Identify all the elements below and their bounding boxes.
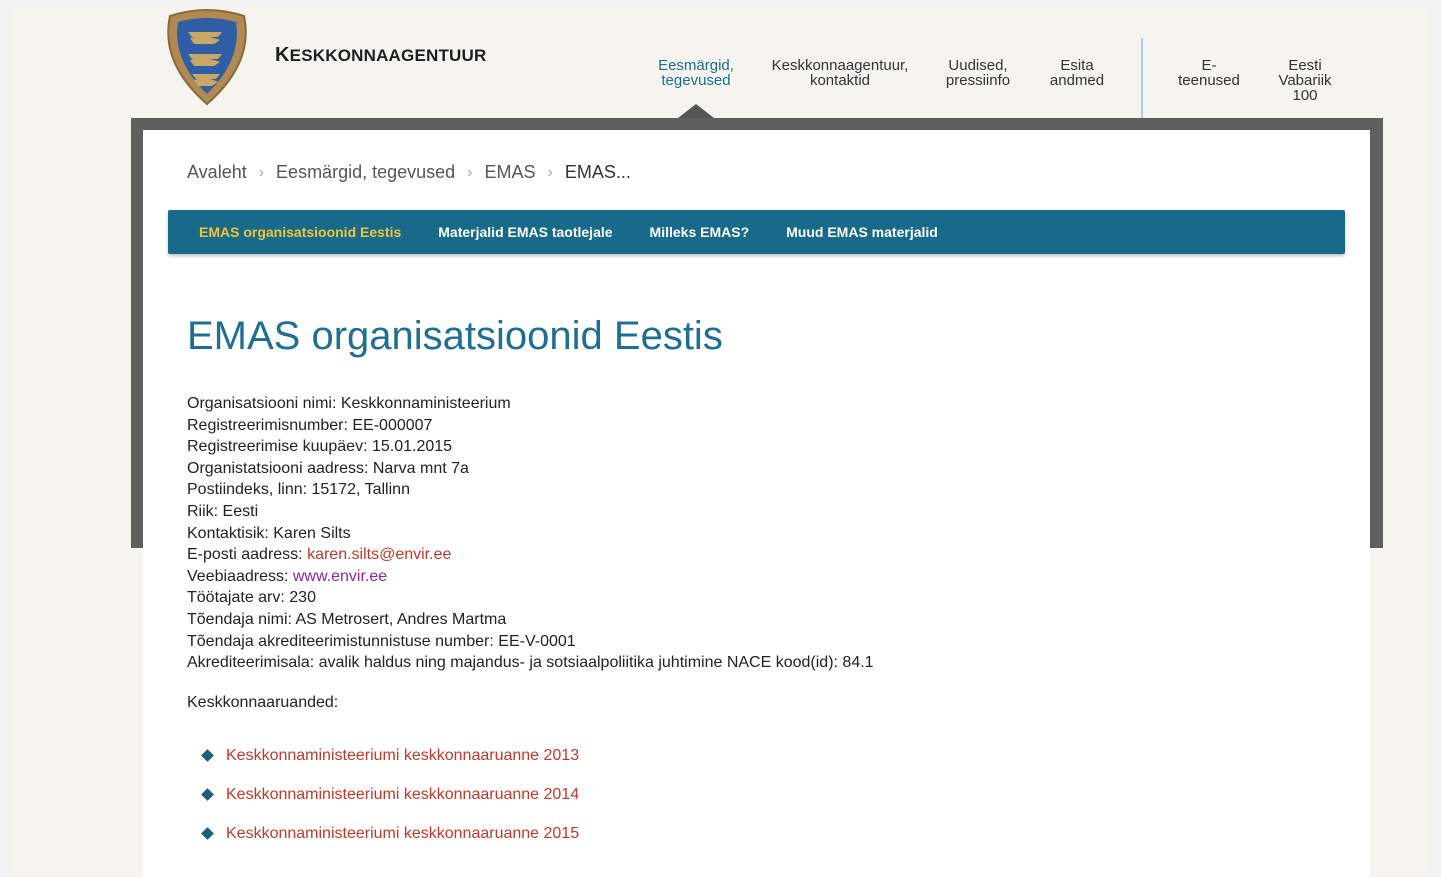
sub-navigation: EMAS organisatsioonid Eestis Materjalid …	[168, 210, 1345, 254]
nav-divider	[1141, 38, 1143, 118]
reg-date: Registreerimise kuupäev: 15.01.2015	[187, 438, 453, 456]
org-name: Organisatsiooni nimi: Keskkonnaministeer…	[187, 395, 511, 412]
reports-list: Keskkonnaministeeriumi keskkonnaaruanne …	[200, 736, 579, 853]
nav-label-line: E-	[1201, 57, 1217, 74]
active-nav-indicator-icon	[678, 104, 714, 118]
report-link-2013[interactable]: Keskkonnaministeeriumi keskkonnaaruanne …	[226, 747, 579, 765]
nav-label-line: Uudised,	[948, 57, 1008, 74]
employee-count: Töötajate arv: 230	[187, 589, 316, 607]
diamond-bullet-icon	[201, 827, 214, 840]
nav-label-line: Esita	[1060, 57, 1094, 74]
diamond-bullet-icon	[201, 788, 214, 801]
breadcrumb: Avaleht › Eesmärgid, tegevused › EMAS › …	[187, 162, 631, 183]
chevron-right-icon: ›	[258, 163, 265, 181]
nav-item-e-teenused[interactable]: E- teenused	[1170, 58, 1248, 88]
email-row: E-posti aadress: karen.silts@envir.ee	[187, 544, 874, 566]
nav-label-line: Keskkonnaagentuur,	[771, 57, 909, 74]
accreditation-scope: Akrediteerimisala: avalik haldus ning ma…	[187, 654, 874, 672]
contact-person: Kontaktisik: Karen Silts	[187, 524, 351, 542]
web-row: Veebiaadress: www.envir.ee	[187, 566, 874, 588]
nav-item-uudised[interactable]: Uudised, pressiinfo	[936, 58, 1020, 88]
site-header: KESKKONNAAGENTUUR Eesmärgid, tegevused K…	[0, 0, 1441, 118]
nav-item-kontaktid[interactable]: Keskkonnaagentuur, kontaktid	[762, 58, 918, 88]
nav-label-line: teenused	[1178, 72, 1240, 89]
breadcrumb-item-current: EMAS...	[564, 162, 631, 182]
nav-item-eesti-vabariik-100[interactable]: Eesti Vabariik 100	[1268, 58, 1342, 103]
organization-details: Organisatsiooni nimi: Keskkonnaministeer…	[187, 393, 874, 674]
nav-label-line: tegevused	[661, 72, 731, 89]
nav-label-line: pressiinfo	[945, 72, 1011, 89]
subnav-tab-milleks-emas[interactable]: Milleks EMAS?	[650, 224, 750, 240]
nav-label-line: kontaktid	[809, 72, 871, 89]
org-address: Organistatsiooni aadress: Narva mnt 7a	[187, 459, 469, 477]
diamond-bullet-icon	[201, 749, 214, 762]
brand-initial: K	[275, 44, 290, 66]
subnav-tab-emas-organisatsioonid[interactable]: EMAS organisatsioonid Eestis	[199, 224, 401, 240]
coat-of-arms-logo[interactable]	[162, 8, 252, 108]
page-title: EMAS organisatsioonid Eestis	[187, 314, 723, 358]
breadcrumb-item-eesmargid[interactable]: Eesmärgid, tegevused	[276, 162, 455, 183]
reports-label: Keskkonnaaruanded:	[187, 694, 339, 711]
email-link[interactable]: karen.silts@envir.ee	[307, 546, 451, 563]
nav-label-line: Eesmärgid,	[658, 57, 734, 74]
list-item: Keskkonnaministeeriumi keskkonnaaruanne …	[200, 775, 579, 814]
web-label: Veebiaadress:	[187, 567, 293, 585]
nav-label-line: andmed	[1049, 72, 1105, 89]
chevron-right-icon: ›	[467, 163, 473, 181]
breadcrumb-item-avaleht[interactable]: Avaleht	[187, 162, 247, 183]
reg-number: Registreerimisnumber: EE-000007	[187, 416, 433, 434]
postal-code: Postiindeks, linn: 15172, Tallinn	[187, 481, 410, 499]
web-link[interactable]: www.envir.ee	[293, 568, 387, 585]
brand-name[interactable]: KESKKONNAAGENTUUR	[275, 44, 486, 67]
list-item: Keskkonnaministeeriumi keskkonnaaruanne …	[200, 814, 579, 853]
nav-label-line: Eesti	[1288, 57, 1322, 74]
brand-rest: ESKKONNAAGENTUUR	[289, 46, 487, 65]
nav-label-line: Vabariik	[1278, 72, 1332, 89]
chevron-right-icon: ›	[547, 163, 553, 181]
report-link-2014[interactable]: Keskkonnaministeeriumi keskkonnaaruanne …	[226, 786, 579, 804]
email-label: E-posti aadress:	[187, 546, 308, 564]
verifier-name: Tõendaja nimi: AS Metrosert, Andres Mart…	[187, 610, 507, 628]
breadcrumb-item-emas[interactable]: EMAS	[484, 162, 535, 183]
nav-item-eesmargid[interactable]: Eesmärgid, tegevused	[648, 58, 744, 88]
subnav-tab-muud-materjalid[interactable]: Muud EMAS materjalid	[786, 224, 938, 240]
country: Riik: Eesti	[187, 502, 259, 520]
list-item: Keskkonnaministeeriumi keskkonnaaruanne …	[200, 736, 579, 775]
accreditation-number: Tõendaja akrediteerimistunnistuse number…	[187, 632, 576, 650]
nav-label-line: 100	[1292, 87, 1318, 104]
subnav-tab-materjalid[interactable]: Materjalid EMAS taotlejale	[438, 224, 612, 240]
report-link-2015[interactable]: Keskkonnaministeeriumi keskkonnaaruanne …	[226, 825, 579, 843]
nav-item-esita-andmed[interactable]: Esita andmed	[1044, 58, 1110, 88]
